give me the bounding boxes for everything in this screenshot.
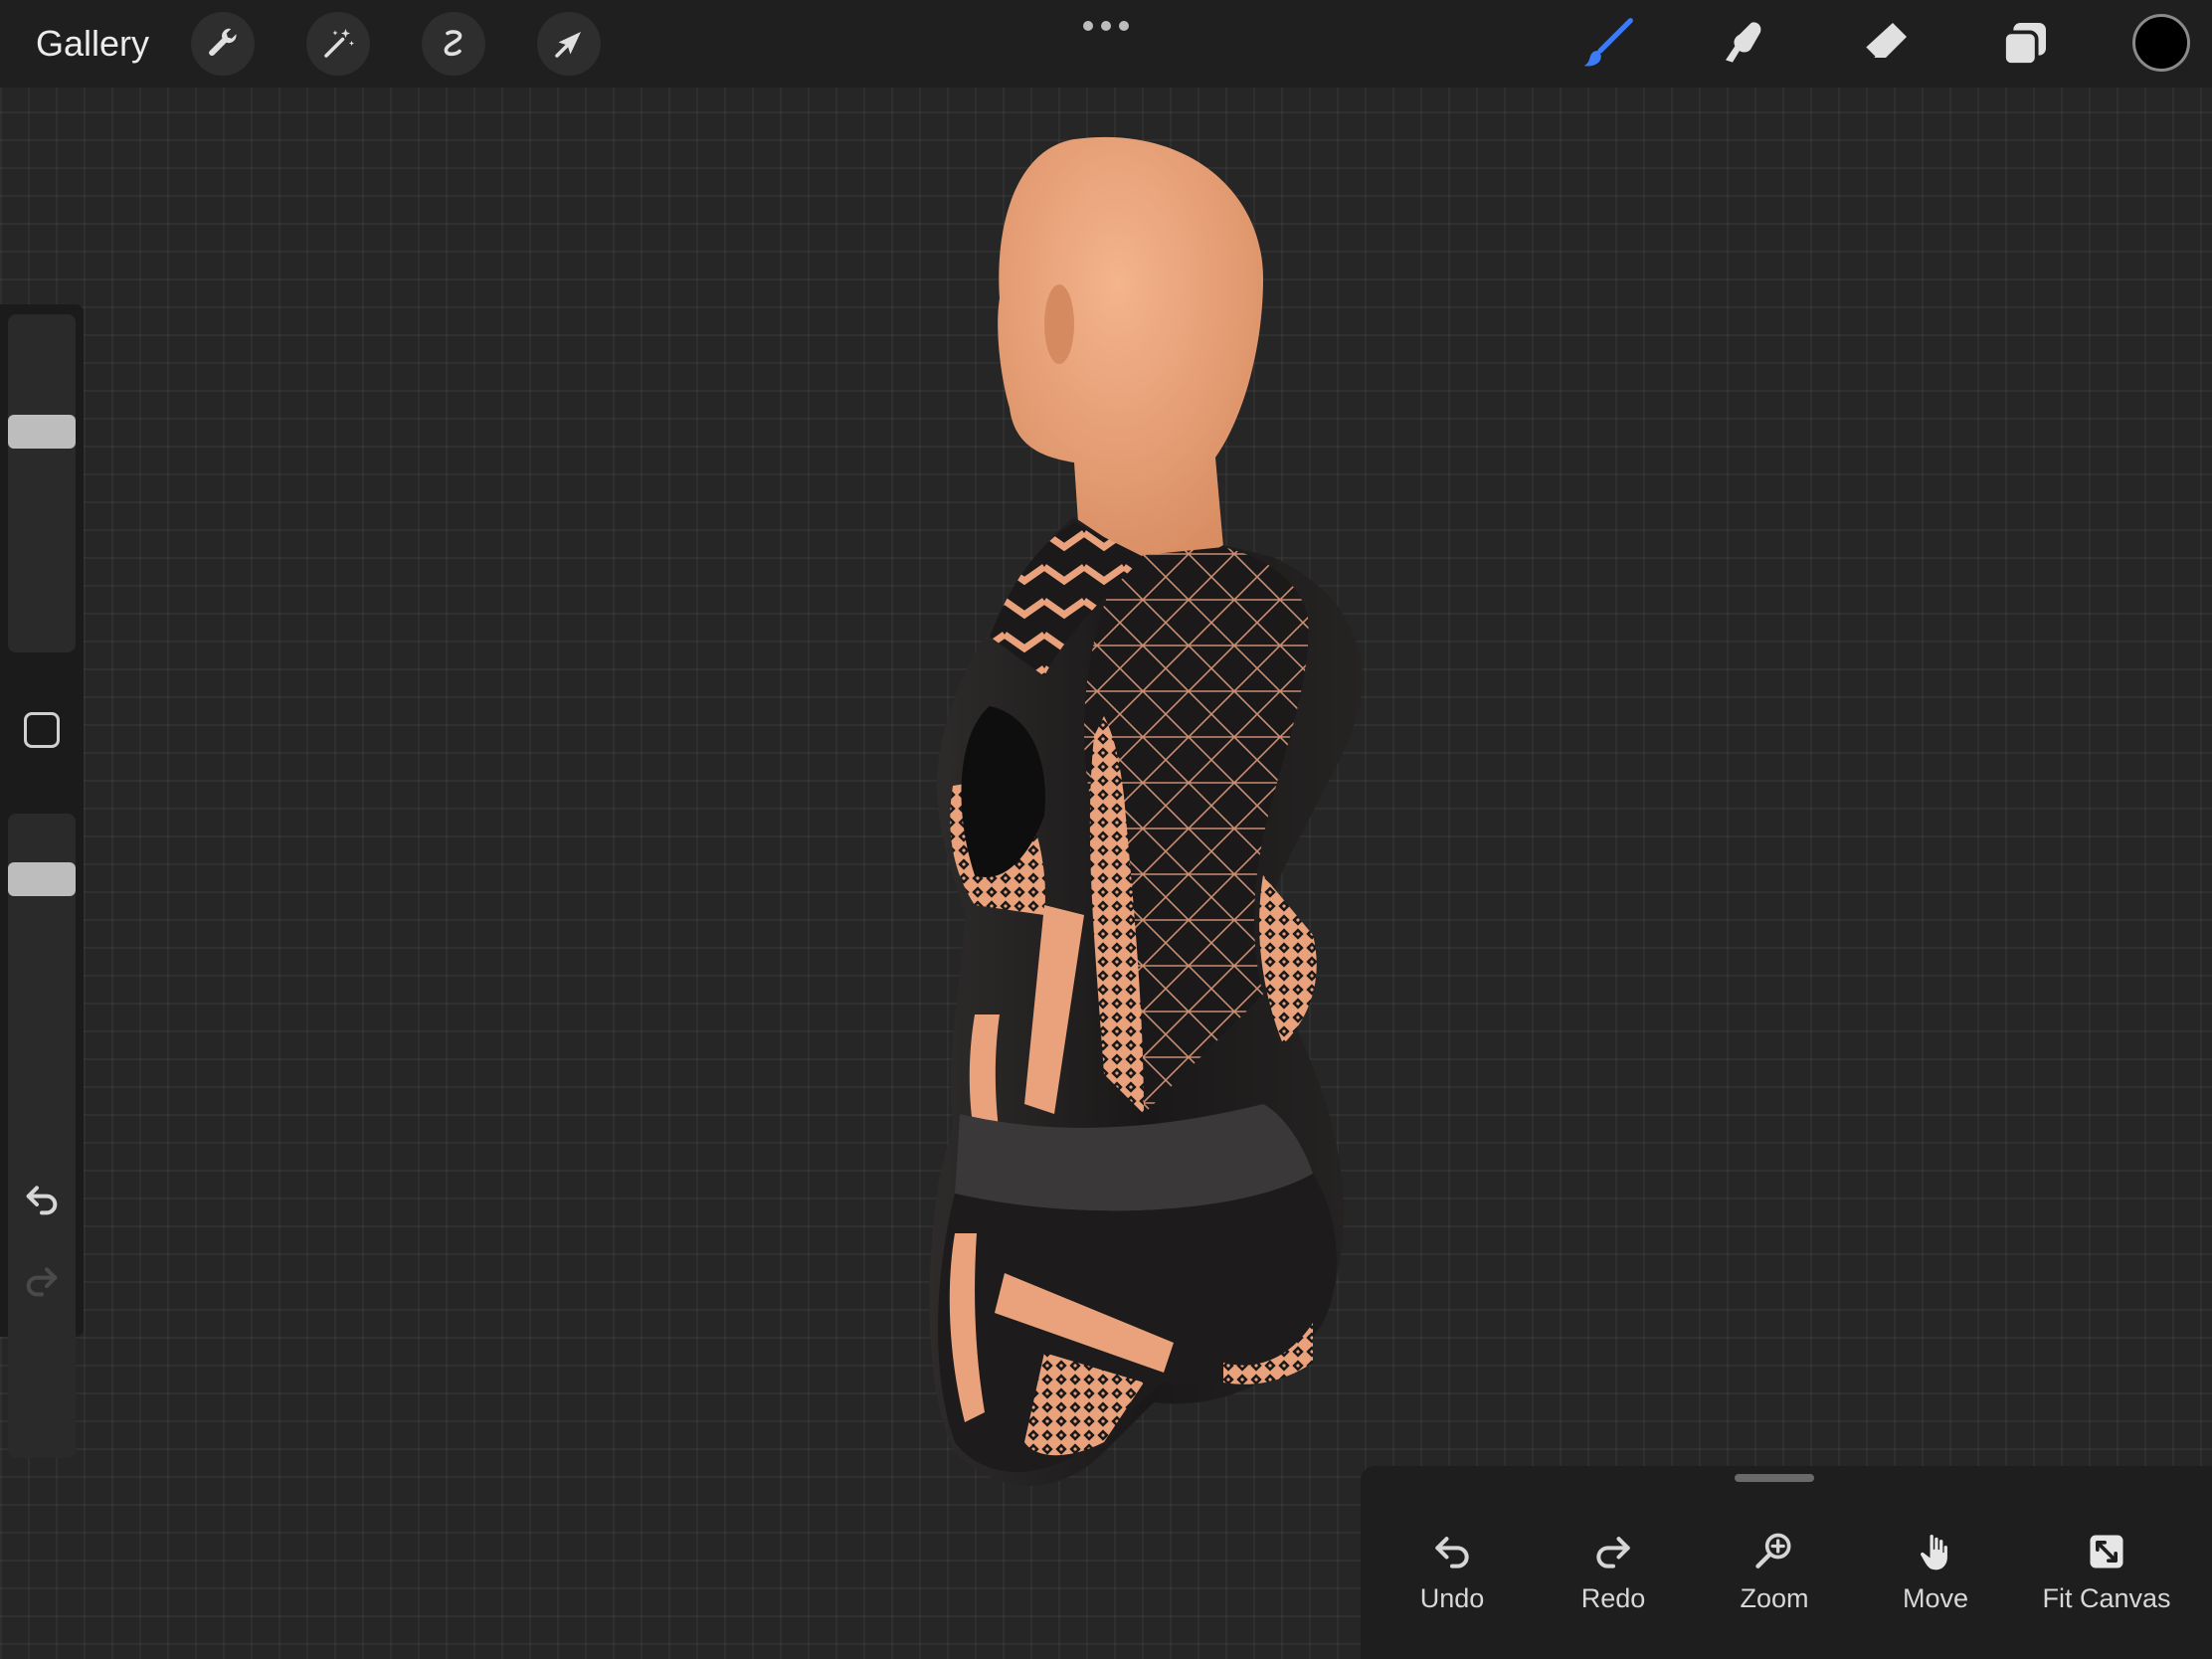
undo-icon [1435, 1537, 1469, 1568]
move-button[interactable]: Move [1866, 1522, 2005, 1631]
more-options-icon[interactable] [1082, 20, 1130, 32]
wrench-icon[interactable] [191, 12, 255, 76]
canvas-mannequin[interactable] [845, 119, 1422, 1552]
gallery-button[interactable]: Gallery [36, 20, 149, 68]
move-label: Move [1902, 1583, 1969, 1613]
redo-icon[interactable] [20, 1261, 64, 1301]
top-toolbar: Gallery [0, 0, 2212, 88]
smudge-icon[interactable] [1717, 14, 1776, 74]
color-picker-swatch[interactable] [2132, 14, 2190, 72]
brush-size-thumb[interactable] [8, 414, 76, 449]
fit-canvas-icon [2090, 1535, 2123, 1568]
sidebar [0, 304, 84, 1458]
zoom-icon [1755, 1533, 1791, 1568]
opacity-thumb[interactable] [8, 862, 76, 897]
magic-wand-icon[interactable] [306, 12, 370, 76]
undo-icon[interactable] [20, 1180, 64, 1219]
brush-icon[interactable] [1577, 14, 1637, 74]
selection-icon[interactable] [422, 12, 485, 76]
opacity-slider[interactable] [8, 814, 76, 1458]
panel-grabber[interactable] [1735, 1474, 1814, 1482]
hand-icon [1921, 1535, 1947, 1570]
undo-button[interactable]: Undo [1382, 1522, 1522, 1631]
layers-icon[interactable] [1995, 14, 2055, 74]
fit-canvas-label: Fit Canvas [2042, 1583, 2171, 1613]
modify-square-icon[interactable] [24, 712, 60, 748]
zoom-button[interactable]: Zoom [1705, 1522, 1844, 1631]
brush-size-slider[interactable] [8, 314, 76, 652]
zoom-label: Zoom [1740, 1583, 1809, 1613]
fit-canvas-button[interactable]: Fit Canvas [2027, 1522, 2186, 1631]
undo-label: Undo [1419, 1583, 1485, 1613]
redo-button[interactable]: Redo [1544, 1522, 1683, 1631]
redo-icon [1596, 1537, 1630, 1568]
transform-arrow-icon[interactable] [537, 12, 601, 76]
eraser-icon[interactable] [1856, 14, 1916, 74]
quick-actions-panel: Undo Redo Zoom Move Fit Canvas [1361, 1466, 2212, 1659]
redo-label: Redo [1580, 1583, 1646, 1613]
